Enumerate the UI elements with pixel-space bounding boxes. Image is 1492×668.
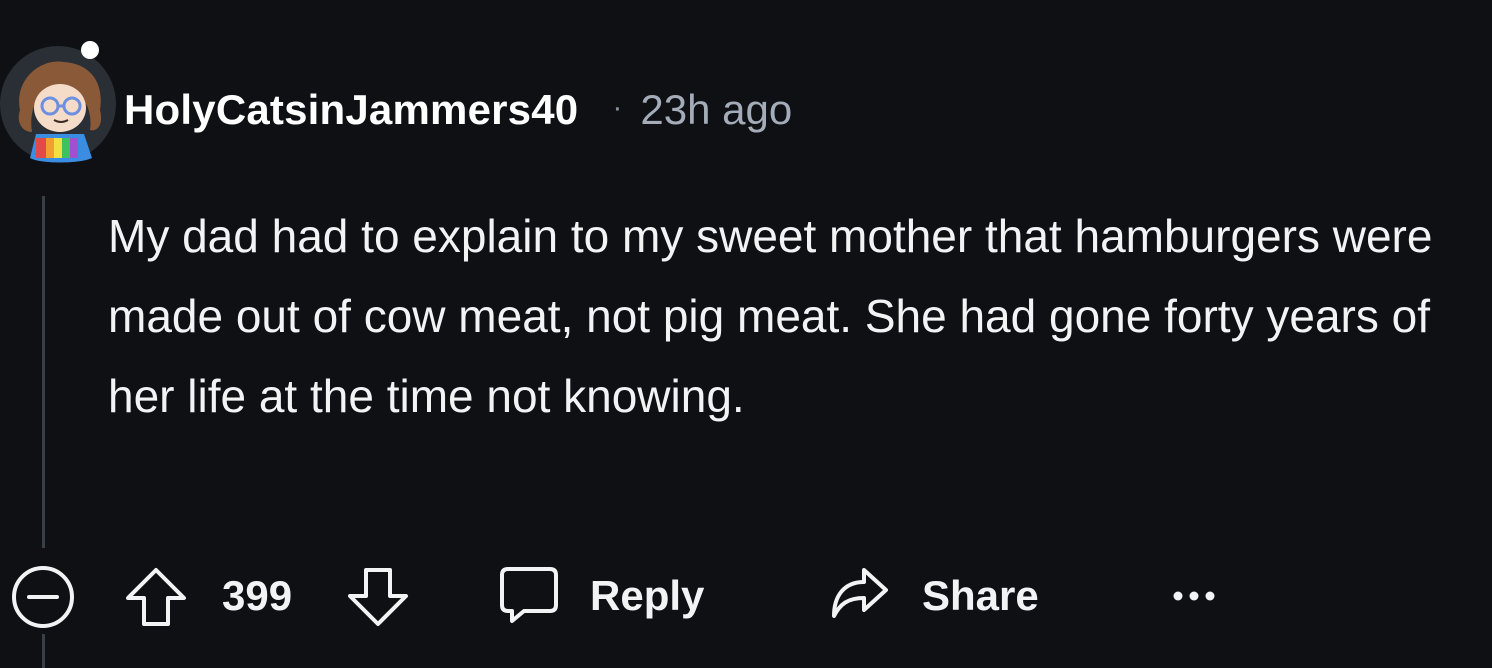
- share-arrow-icon: [830, 566, 890, 627]
- timestamp: 23h ago: [640, 86, 793, 133]
- collapse-icon[interactable]: [11, 565, 75, 629]
- upvote-icon[interactable]: [124, 566, 188, 628]
- share-button[interactable]: Share: [830, 560, 1039, 632]
- thread-line[interactable]: [42, 196, 45, 548]
- separator-dot: ·: [612, 91, 623, 124]
- downvote-icon[interactable]: [346, 566, 410, 628]
- author-name[interactable]: HolyCatsinJammers40: [124, 86, 578, 134]
- avatar[interactable]: [0, 40, 124, 168]
- comment-card: HolyCatsinJammers40 · 23h ago My dad had…: [0, 0, 1492, 668]
- share-label: Share: [922, 572, 1039, 619]
- thread-line-continued[interactable]: [42, 634, 45, 668]
- ellipsis-icon[interactable]: [1170, 580, 1218, 612]
- vote-score: 399: [222, 572, 293, 619]
- speech-bubble-icon: [498, 563, 560, 630]
- comment-header: HolyCatsinJammers40 · 23h ago: [124, 82, 792, 138]
- reply-button[interactable]: Reply: [498, 560, 704, 632]
- comment-body: My dad had to explain to my sweet mother…: [108, 210, 1433, 422]
- comment-action-bar: 399 Reply Share: [0, 560, 1492, 632]
- reply-label: Reply: [590, 572, 705, 619]
